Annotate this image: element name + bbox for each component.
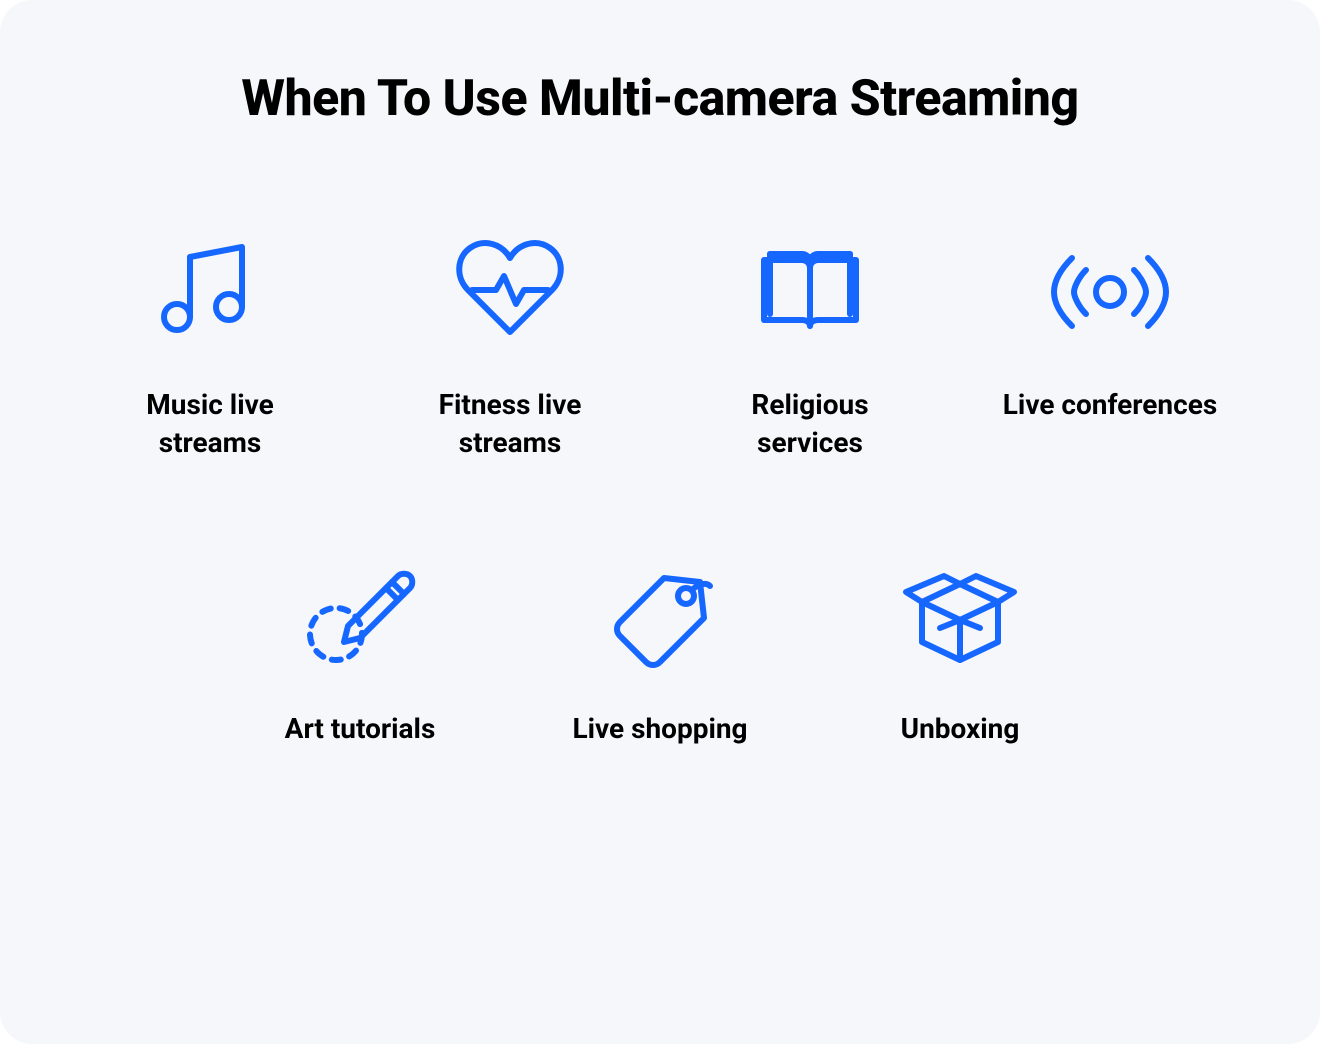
pencil-draw-icon	[300, 552, 420, 680]
item-label: Fitness live streams	[400, 386, 620, 462]
item-label: Religious services	[700, 386, 920, 462]
open-box-icon	[900, 552, 1020, 680]
item-label: Art tutorials	[285, 710, 436, 748]
item-label: Unboxing	[901, 710, 1020, 748]
card-title: When To Use Multi-camera Streaming	[60, 70, 1260, 128]
broadcast-icon	[1050, 228, 1170, 356]
item-religious: Religious services	[700, 228, 920, 462]
item-label: Live conferences	[1003, 386, 1217, 424]
item-shopping: Live shopping	[550, 552, 770, 748]
grid-row-1: Music live streams Fitness live streams	[60, 228, 1260, 462]
item-label: Live shopping	[572, 710, 747, 748]
price-tag-icon	[600, 552, 720, 680]
info-card: When To Use Multi-camera Streaming Music…	[0, 0, 1320, 1044]
heart-pulse-icon	[450, 228, 570, 356]
open-book-icon	[750, 228, 870, 356]
item-fitness: Fitness live streams	[400, 228, 620, 462]
items-grid: Music live streams Fitness live streams	[60, 228, 1260, 747]
grid-row-2: Art tutorials Live shopping	[60, 552, 1260, 748]
music-note-icon	[150, 228, 270, 356]
item-music: Music live streams	[100, 228, 320, 462]
item-label: Music live streams	[100, 386, 320, 462]
item-art: Art tutorials	[250, 552, 470, 748]
item-unboxing: Unboxing	[850, 552, 1070, 748]
item-conferences: Live conferences	[1000, 228, 1220, 462]
